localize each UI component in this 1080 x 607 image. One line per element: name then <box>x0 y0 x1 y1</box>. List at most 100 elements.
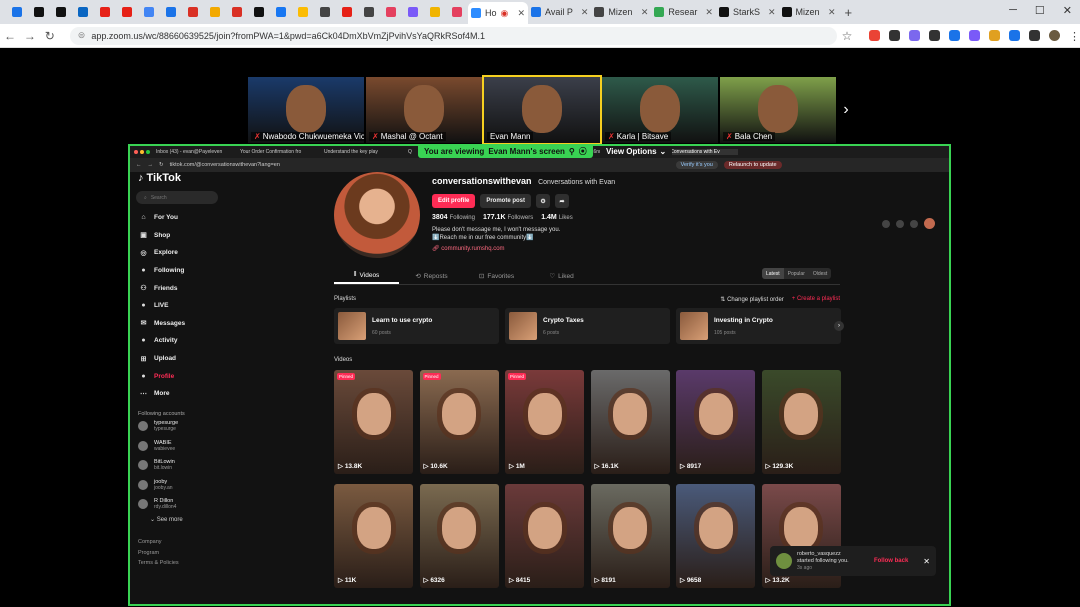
tab-close-icon[interactable]: ✕ <box>577 7 589 18</box>
maximize-icon[interactable]: ☐ <box>1035 4 1045 17</box>
tab-close-icon[interactable]: ✕ <box>701 7 713 18</box>
tab-favicon-icon <box>188 7 198 17</box>
browser-tab[interactable] <box>160 2 182 22</box>
link-icon: 🔗︎ <box>432 246 440 252</box>
back-icon[interactable]: ← <box>0 29 20 43</box>
nav-shop: ▣ Shop <box>136 227 246 245</box>
bookmark-star-icon[interactable]: ☆ <box>837 29 857 43</box>
browser-tab[interactable] <box>248 2 270 22</box>
tab-liked: ♡ Liked <box>529 268 594 284</box>
participant-tile[interactable]: ✗ Nwabodo Chukwuemeka Victor <box>248 77 364 143</box>
tab-close-icon[interactable]: ✕ <box>764 7 776 18</box>
browser-tab[interactable] <box>72 2 94 22</box>
playlist-thumbnail <box>338 312 366 340</box>
close-icon: ✕ <box>923 556 930 566</box>
participant-tile[interactable]: Evan Mann <box>482 75 602 145</box>
browser-tab[interactable] <box>424 2 446 22</box>
extension-icon[interactable] <box>948 30 960 41</box>
view-count: ▷ 9658 <box>680 576 701 584</box>
browser-tab[interactable] <box>270 2 292 22</box>
site-info-icon[interactable]: ⊜ <box>78 30 86 41</box>
browser-tab[interactable] <box>358 2 380 22</box>
browser-tab[interactable]: Resear ✕ <box>651 2 716 22</box>
extension-icon[interactable] <box>868 30 880 41</box>
playlist-card: Learn to use crypto 60 posts <box>334 308 499 344</box>
tiktok-note-icon: ♪ <box>138 172 144 184</box>
browser-tab[interactable]: Mizen ✕ <box>779 2 839 22</box>
extension-icon[interactable] <box>1008 30 1020 41</box>
profile-avatar-icon[interactable] <box>1048 30 1060 41</box>
browser-tab[interactable] <box>380 2 402 22</box>
coins-icon <box>882 219 890 228</box>
tab-close-icon[interactable]: ✕ <box>824 7 836 18</box>
browser-tab[interactable] <box>402 2 424 22</box>
close-icon[interactable]: ✕ <box>1063 4 1072 17</box>
video-thumbnail <box>527 506 562 549</box>
browser-tab[interactable] <box>336 2 358 22</box>
videos-icon: ⦀ <box>353 271 357 278</box>
browser-tab[interactable] <box>446 2 468 22</box>
video-thumbnail <box>698 506 733 549</box>
browser-tab[interactable] <box>50 2 72 22</box>
tab-close-icon[interactable]: ✕ <box>513 8 525 19</box>
view-count-text: 9658 <box>686 577 702 584</box>
tab-close-icon[interactable]: ✕ <box>637 7 649 18</box>
zoom-favicon-icon <box>471 8 481 18</box>
browser-tab[interactable] <box>292 2 314 22</box>
browser-tab[interactable] <box>138 2 160 22</box>
url-bar[interactable]: ⊜ app.zoom.us/wc/88660639525/join?fromPW… <box>69 26 838 45</box>
extension-icon[interactable] <box>908 30 920 41</box>
tab-label: Reposts <box>423 272 448 280</box>
next-participants-icon[interactable]: › <box>836 77 856 143</box>
participant-name: ✗ Mashal @ Octant <box>369 132 446 141</box>
stat-likes: 1.4M Likes <box>541 214 573 221</box>
participant-video <box>640 85 680 133</box>
browser-tab[interactable]: StarkS ✕ <box>716 2 779 22</box>
video-card: Pinned ▷ 13.8K <box>334 370 413 474</box>
view-options-button[interactable]: View Options ⌄ <box>600 146 673 158</box>
video-card: ▷ 8415 <box>505 484 584 588</box>
shared-forward-icon: → <box>147 162 154 168</box>
video-thumbnail <box>356 392 391 435</box>
video-card: ▷ 16.1K <box>590 370 670 474</box>
extension-icon[interactable] <box>928 30 940 41</box>
following-icon: ● <box>141 267 146 275</box>
browser-tab[interactable] <box>116 2 138 22</box>
participant-name-text: Mashal @ Octant <box>380 132 443 141</box>
browser-tab[interactable] <box>204 2 226 22</box>
extension-icon[interactable] <box>968 30 980 41</box>
sort-oldest: Oldest <box>812 270 828 277</box>
browser-tab[interactable] <box>182 2 204 22</box>
nav-friends: ⚇ Friends <box>136 279 246 297</box>
play-icon: ▷ <box>338 463 345 470</box>
new-tab-icon[interactable]: + <box>845 5 853 20</box>
tab-favicon-icon <box>781 7 792 17</box>
browser-tab[interactable] <box>314 2 336 22</box>
browser-tab[interactable]: Mizen ✕ <box>591 2 651 22</box>
view-count: ▷ 10.6K <box>424 462 448 470</box>
view-count-text: 1M <box>515 463 525 470</box>
view-count: ▷ 8415 <box>509 576 530 584</box>
extension-icon[interactable] <box>988 30 1000 41</box>
extension-icon[interactable] <box>1028 30 1040 41</box>
following-item: BitLowin bit.lowin <box>136 456 246 476</box>
browser-tab-active[interactable]: Ho ◉ ✕ <box>468 2 528 24</box>
participant-tile[interactable]: ✗ Karla | Bitsave <box>602 77 718 143</box>
browser-tab[interactable]: Avail P ✕ <box>528 2 591 22</box>
extension-icon[interactable] <box>888 30 900 41</box>
participant-video <box>758 85 798 133</box>
minimize-icon[interactable]: ─ <box>1009 4 1017 17</box>
viewing-name: Evan Mann's screen <box>488 147 565 156</box>
stat-followers: 177.1K Followers <box>483 214 533 221</box>
browser-tab[interactable] <box>28 2 50 22</box>
participant-tile[interactable]: ✗ Bala Chen <box>720 77 836 143</box>
browser-tab[interactable] <box>226 2 248 22</box>
participant-tile[interactable]: ✗ Mashal @ Octant <box>366 77 482 143</box>
browser-tab[interactable] <box>6 2 28 22</box>
browser-tab[interactable] <box>94 2 116 22</box>
video-thumbnail <box>698 392 733 435</box>
forward-icon[interactable]: → <box>20 29 40 43</box>
reload-icon[interactable]: ↻ <box>40 29 60 43</box>
following-text: typesurge typesurge <box>154 420 178 432</box>
menu-icon[interactable]: ⋮ <box>1069 30 1080 43</box>
